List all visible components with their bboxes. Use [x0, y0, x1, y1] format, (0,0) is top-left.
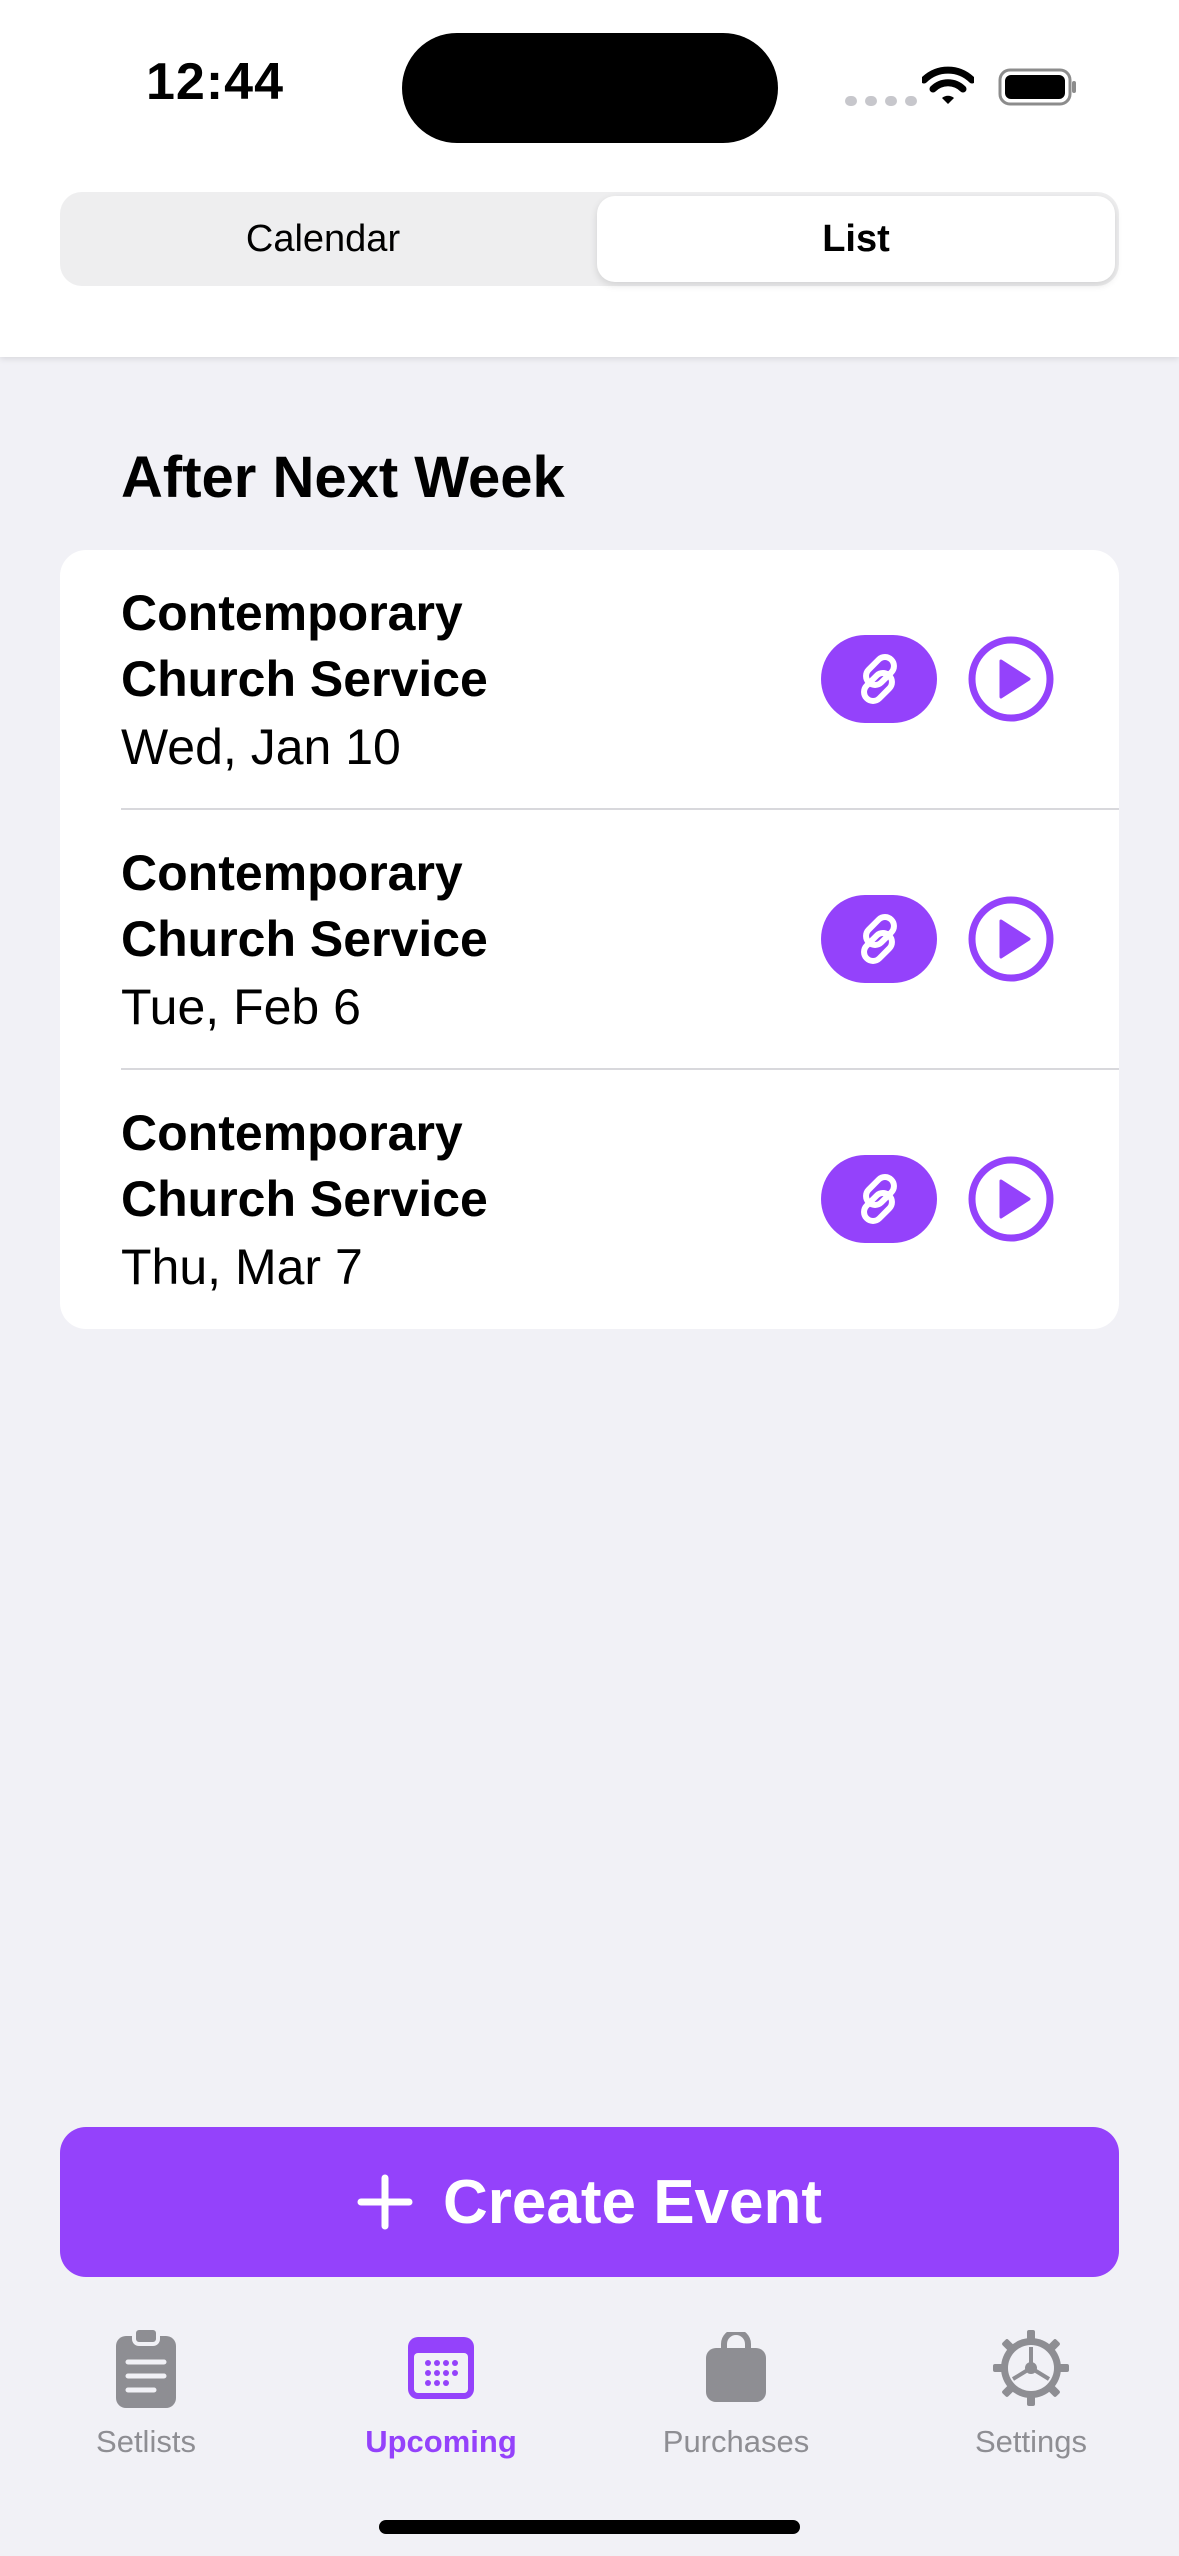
- dynamic-island: [402, 33, 778, 143]
- play-button[interactable]: [967, 1155, 1055, 1243]
- create-event-label: Create Event: [442, 2167, 823, 2237]
- event-title: Contemporary Church Service: [121, 845, 488, 967]
- section-title: After Next Week: [121, 445, 565, 510]
- play-circle-icon: [968, 636, 1054, 722]
- event-date: Wed, Jan 10: [121, 719, 401, 775]
- share-link-button[interactable]: [821, 635, 937, 723]
- wifi-icon: [920, 66, 976, 111]
- status-time: 12:44: [146, 53, 284, 111]
- share-link-button[interactable]: [821, 1155, 937, 1243]
- event-title: Contemporary Church Service: [121, 1105, 488, 1227]
- header: 12:44 Calendar List: [0, 0, 1179, 357]
- segment-list[interactable]: List: [597, 196, 1115, 282]
- event-date: Thu, Mar 7: [121, 1239, 363, 1295]
- bag-icon: [704, 2318, 768, 2418]
- link-icon: [861, 1174, 897, 1224]
- tab-upcoming[interactable]: Upcoming: [311, 2300, 571, 2460]
- segment-calendar[interactable]: Calendar: [64, 196, 582, 282]
- link-icon: [861, 914, 897, 964]
- view-segmented-control: Calendar List: [60, 192, 1119, 286]
- play-circle-icon: [968, 896, 1054, 982]
- gear-icon: [993, 2318, 1069, 2418]
- create-event-button[interactable]: Create Event: [60, 2127, 1119, 2277]
- link-icon: [861, 654, 897, 704]
- tab-label: Setlists: [96, 2424, 196, 2459]
- play-button[interactable]: [967, 635, 1055, 723]
- tab-purchases[interactable]: Purchases: [606, 2300, 866, 2460]
- play-button[interactable]: [967, 895, 1055, 983]
- share-link-button[interactable]: [821, 895, 937, 983]
- tab-settings[interactable]: Settings: [901, 2300, 1161, 2460]
- play-circle-icon: [968, 1156, 1054, 1242]
- plus-icon: [357, 2174, 413, 2230]
- tab-label: Purchases: [662, 2424, 810, 2459]
- battery-icon: [998, 68, 1078, 111]
- clipboard-icon: [114, 2318, 178, 2418]
- tab-setlists[interactable]: Setlists: [16, 2300, 276, 2460]
- calendar-icon: [406, 2318, 476, 2418]
- event-row[interactable]: Contemporary Church Service Wed, Jan 10: [60, 550, 1119, 810]
- tab-bar: Setlists Upcoming Purchases Settings: [0, 2300, 1179, 2556]
- events-list: Contemporary Church Service Wed, Jan 10 …: [60, 550, 1119, 1329]
- event-row[interactable]: Contemporary Church Service Tue, Feb 6: [60, 810, 1119, 1070]
- event-row[interactable]: Contemporary Church Service Thu, Mar 7: [60, 1070, 1119, 1329]
- cellular-signal-icon: [845, 96, 917, 106]
- tab-label: Upcoming: [365, 2424, 517, 2459]
- tab-label: Settings: [974, 2424, 1087, 2459]
- event-title: Contemporary Church Service: [121, 585, 488, 707]
- event-date: Tue, Feb 6: [121, 979, 361, 1035]
- home-indicator: [379, 2520, 800, 2534]
